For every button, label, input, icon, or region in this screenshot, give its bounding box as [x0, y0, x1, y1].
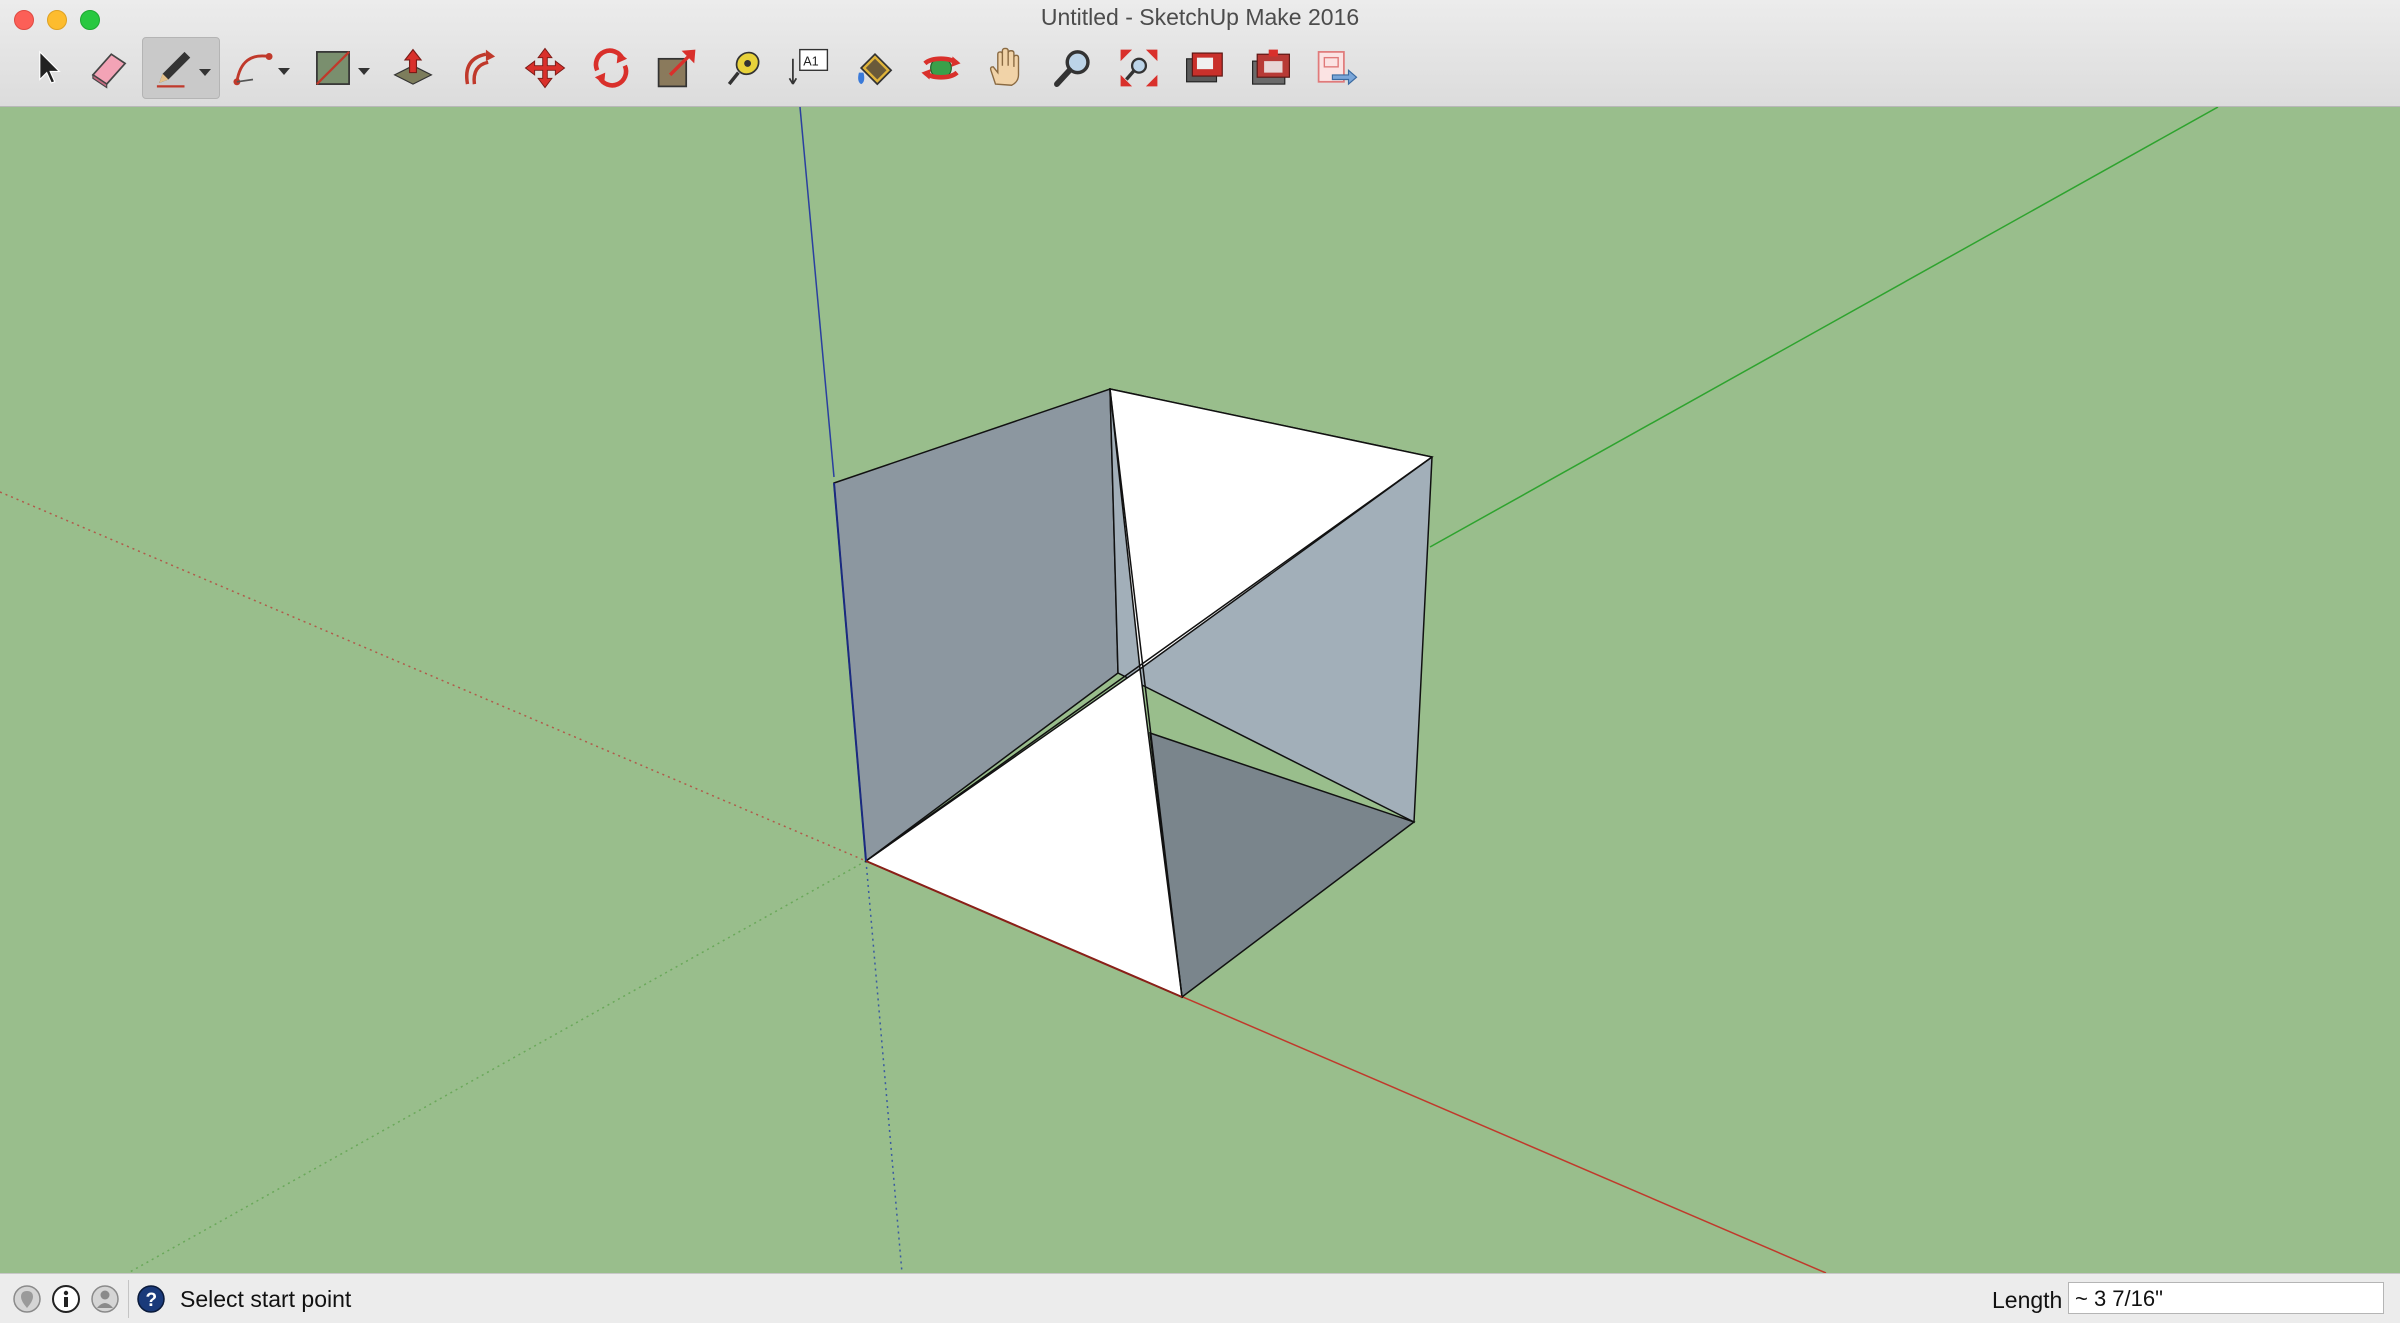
3d-warehouse-icon — [1186, 52, 1223, 83]
text-tool-button[interactable]: A1 — [778, 37, 840, 99]
blue-axis — [799, 107, 835, 478]
move-tool-button[interactable] — [514, 37, 576, 99]
hand-icon — [989, 47, 1020, 86]
chevron-down-icon[interactable] — [358, 68, 370, 75]
pan-tool-button[interactable] — [976, 37, 1038, 99]
push-pull-icon — [393, 48, 433, 85]
arc-tool-button[interactable] — [224, 37, 298, 99]
red-axis-negative — [0, 491, 867, 862]
drawing-viewport[interactable] — [0, 107, 2400, 1273]
arc-icon — [233, 53, 273, 86]
status-bar: ? Select start point Length ~ 3 7/16" — [0, 1273, 2400, 1323]
zoom-extents-icon — [1120, 49, 1158, 87]
status-message: Select start point — [180, 1286, 352, 1312]
orbit-icon — [921, 56, 961, 80]
chevron-down-icon[interactable] — [278, 68, 290, 75]
user-account-button[interactable] — [90, 1284, 120, 1314]
blue-axis-negative — [865, 860, 903, 1273]
send-to-layout-icon — [1317, 51, 1358, 86]
move-arrows-icon — [524, 47, 566, 89]
scale-tool-button[interactable] — [646, 37, 708, 99]
offset-tool-button[interactable] — [448, 37, 510, 99]
warehouse-tool-button[interactable] — [1174, 37, 1236, 99]
measurement-label: Length — [1992, 1287, 2063, 1313]
user-account-icon — [91, 1285, 119, 1313]
chevron-down-icon[interactable] — [199, 69, 211, 76]
select-tool-button[interactable] — [18, 37, 80, 99]
rotate-icon — [593, 48, 629, 88]
help-button[interactable]: ? — [136, 1284, 166, 1314]
svg-text:A1: A1 — [803, 55, 818, 69]
svg-text:?: ? — [146, 1290, 158, 1311]
paint-bucket-tool-button[interactable] — [844, 37, 906, 99]
status-divider — [128, 1280, 129, 1318]
magnifier-icon — [1054, 50, 1090, 87]
scale-icon — [657, 49, 696, 88]
rotate-tool-button[interactable] — [580, 37, 642, 99]
geo-location-button[interactable] — [12, 1284, 42, 1314]
arrow-cursor-icon — [39, 50, 61, 84]
orbit-tool-button[interactable] — [910, 37, 972, 99]
model-canvas[interactable] — [0, 107, 2400, 1273]
credits-icon — [52, 1285, 80, 1313]
tape-measure-tool-button[interactable] — [712, 37, 774, 99]
tape-measure-icon — [727, 51, 760, 86]
offset-icon — [465, 49, 496, 85]
rectangle-icon — [316, 51, 350, 85]
eraser-icon — [91, 53, 127, 89]
rectangle-tool-button[interactable] — [304, 37, 378, 99]
geo-location-icon — [13, 1285, 41, 1313]
line-tool-button[interactable] — [142, 37, 220, 99]
extension-warehouse-icon — [1252, 49, 1290, 85]
pencil-icon — [156, 51, 191, 88]
eraser-tool-button[interactable] — [78, 37, 140, 99]
zoom-tool-button[interactable] — [1042, 37, 1104, 99]
paint-bucket-icon — [858, 52, 893, 86]
zoom-extents-tool-button[interactable] — [1108, 37, 1170, 99]
extension-warehouse-tool-button[interactable] — [1240, 37, 1302, 99]
push-pull-tool-button[interactable] — [382, 37, 444, 99]
window-title: Untitled - SketchUp Make 2016 — [1040, 4, 1360, 30]
measurement-input[interactable]: ~ 3 7/16" — [2068, 1282, 2384, 1314]
title-bar: Untitled - SketchUp Make 2016 A1 — [0, 0, 2400, 107]
help-icon: ? — [137, 1285, 165, 1313]
green-axis-negative — [127, 860, 867, 1273]
send-to-layout-tool-button[interactable] — [1306, 37, 1368, 99]
green-axis — [1429, 107, 2219, 548]
credits-button[interactable] — [51, 1284, 81, 1314]
text-label-icon: A1 — [788, 48, 829, 85]
